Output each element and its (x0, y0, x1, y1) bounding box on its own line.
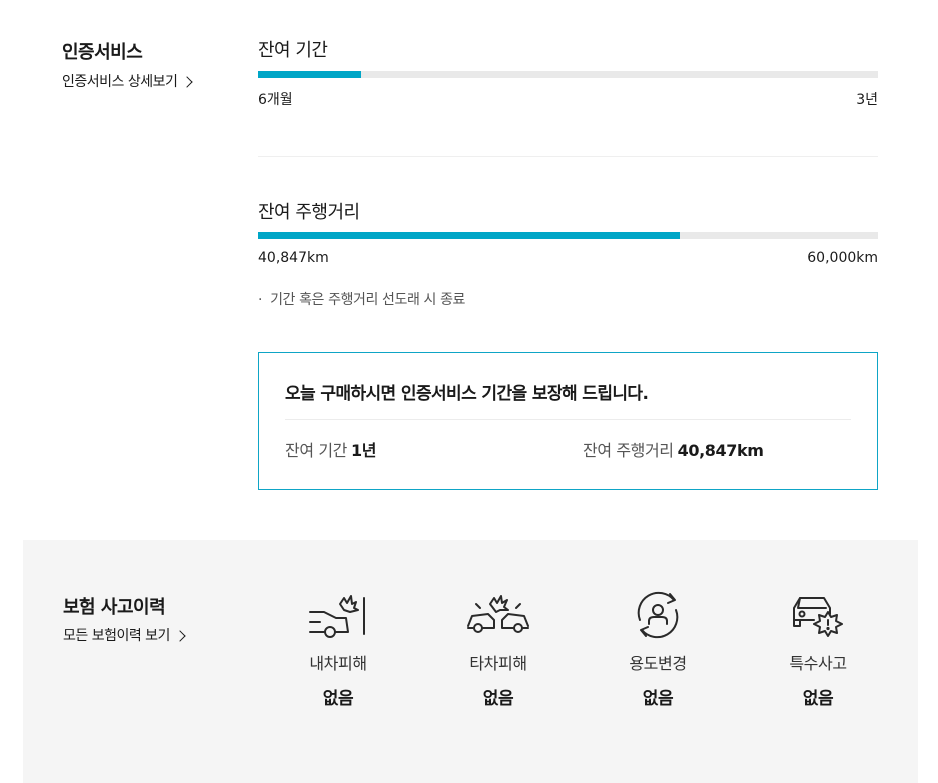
remaining-period: 잔여 기간 6개월 3년 (258, 36, 878, 108)
remaining-period-bar (258, 71, 878, 78)
remaining-mileage-max: 60,000km (807, 250, 878, 266)
special-accident-icon (793, 597, 843, 637)
own-damage-label: 내차피해 (309, 654, 367, 673)
insurance-history-panel: 보험 사고이력 모든 보험이력 보기 내차피해 없음 타차피해 없음 용도변경 … (23, 540, 918, 783)
end-condition-note: · 기간 혹은 주행거리 선도래 시 종료 (258, 289, 465, 309)
insurance-item-special-accident: 특수사고 없음 (748, 590, 888, 709)
guarantee-box: 오늘 구매하시면 인증서비스 기간을 보장해 드립니다. 잔여 기간 1년 잔여 … (258, 352, 878, 490)
remaining-mileage-min: 40,847km (258, 250, 329, 266)
remaining-mileage-bar-fill (258, 232, 681, 239)
guarantee-divider (285, 419, 851, 420)
insurance-item-other-damage: 타차피해 없음 (428, 590, 568, 709)
insurance-all-link-label: 모든 보험이력 보기 (63, 628, 170, 644)
remaining-period-bar-fill (258, 71, 361, 78)
usage-change-label: 용도변경 (629, 654, 687, 673)
own-damage-icon (309, 595, 365, 638)
section-divider (258, 156, 878, 157)
insurance-item-usage-change: 용도변경 없음 (588, 590, 728, 709)
guarantee-period-value: 1년 (350, 441, 377, 460)
remaining-period-max: 3년 (856, 92, 878, 108)
insurance-all-link[interactable]: 모든 보험이력 보기 (63, 625, 186, 645)
insurance-section-title: 보험 사고이력 (63, 597, 166, 618)
guarantee-period: 잔여 기간 1년 (285, 437, 376, 461)
chevron-right-icon (174, 629, 186, 642)
remaining-mileage: 잔여 주행거리 40,847km 60,000km (258, 198, 878, 266)
guarantee-period-label: 잔여 기간 (285, 441, 347, 460)
note-bullet: · (258, 292, 263, 308)
usage-change-icon (637, 591, 679, 639)
own-damage-value: 없음 (322, 689, 354, 709)
remaining-mileage-bar (258, 232, 878, 239)
usage-change-value: 없음 (642, 689, 674, 709)
guarantee-title: 오늘 구매하시면 인증서비스 기간을 보장해 드립니다. (285, 384, 649, 404)
remaining-period-min: 6개월 (258, 92, 293, 108)
cert-section-title: 인증서비스 (62, 42, 143, 63)
cert-detail-link[interactable]: 인증서비스 상세보기 (62, 71, 194, 91)
remaining-mileage-label: 잔여 주행거리 (258, 202, 360, 223)
remaining-period-label: 잔여 기간 (258, 40, 328, 61)
other-damage-value: 없음 (482, 689, 514, 709)
guarantee-mileage: 잔여 주행거리 40,847km (583, 437, 764, 461)
other-damage-label: 타차피해 (469, 654, 527, 673)
cert-detail-link-label: 인증서비스 상세보기 (62, 74, 178, 90)
chevron-right-icon (181, 75, 194, 88)
other-damage-icon (467, 595, 529, 633)
guarantee-mileage-label: 잔여 주행거리 (583, 441, 674, 460)
guarantee-mileage-value: 40,847km (677, 441, 764, 460)
insurance-item-own-damage: 내차피해 없음 (268, 590, 408, 709)
special-accident-label: 특수사고 (789, 654, 847, 673)
special-accident-value: 없음 (802, 689, 834, 709)
note-text: 기간 혹은 주행거리 선도래 시 종료 (270, 292, 466, 308)
